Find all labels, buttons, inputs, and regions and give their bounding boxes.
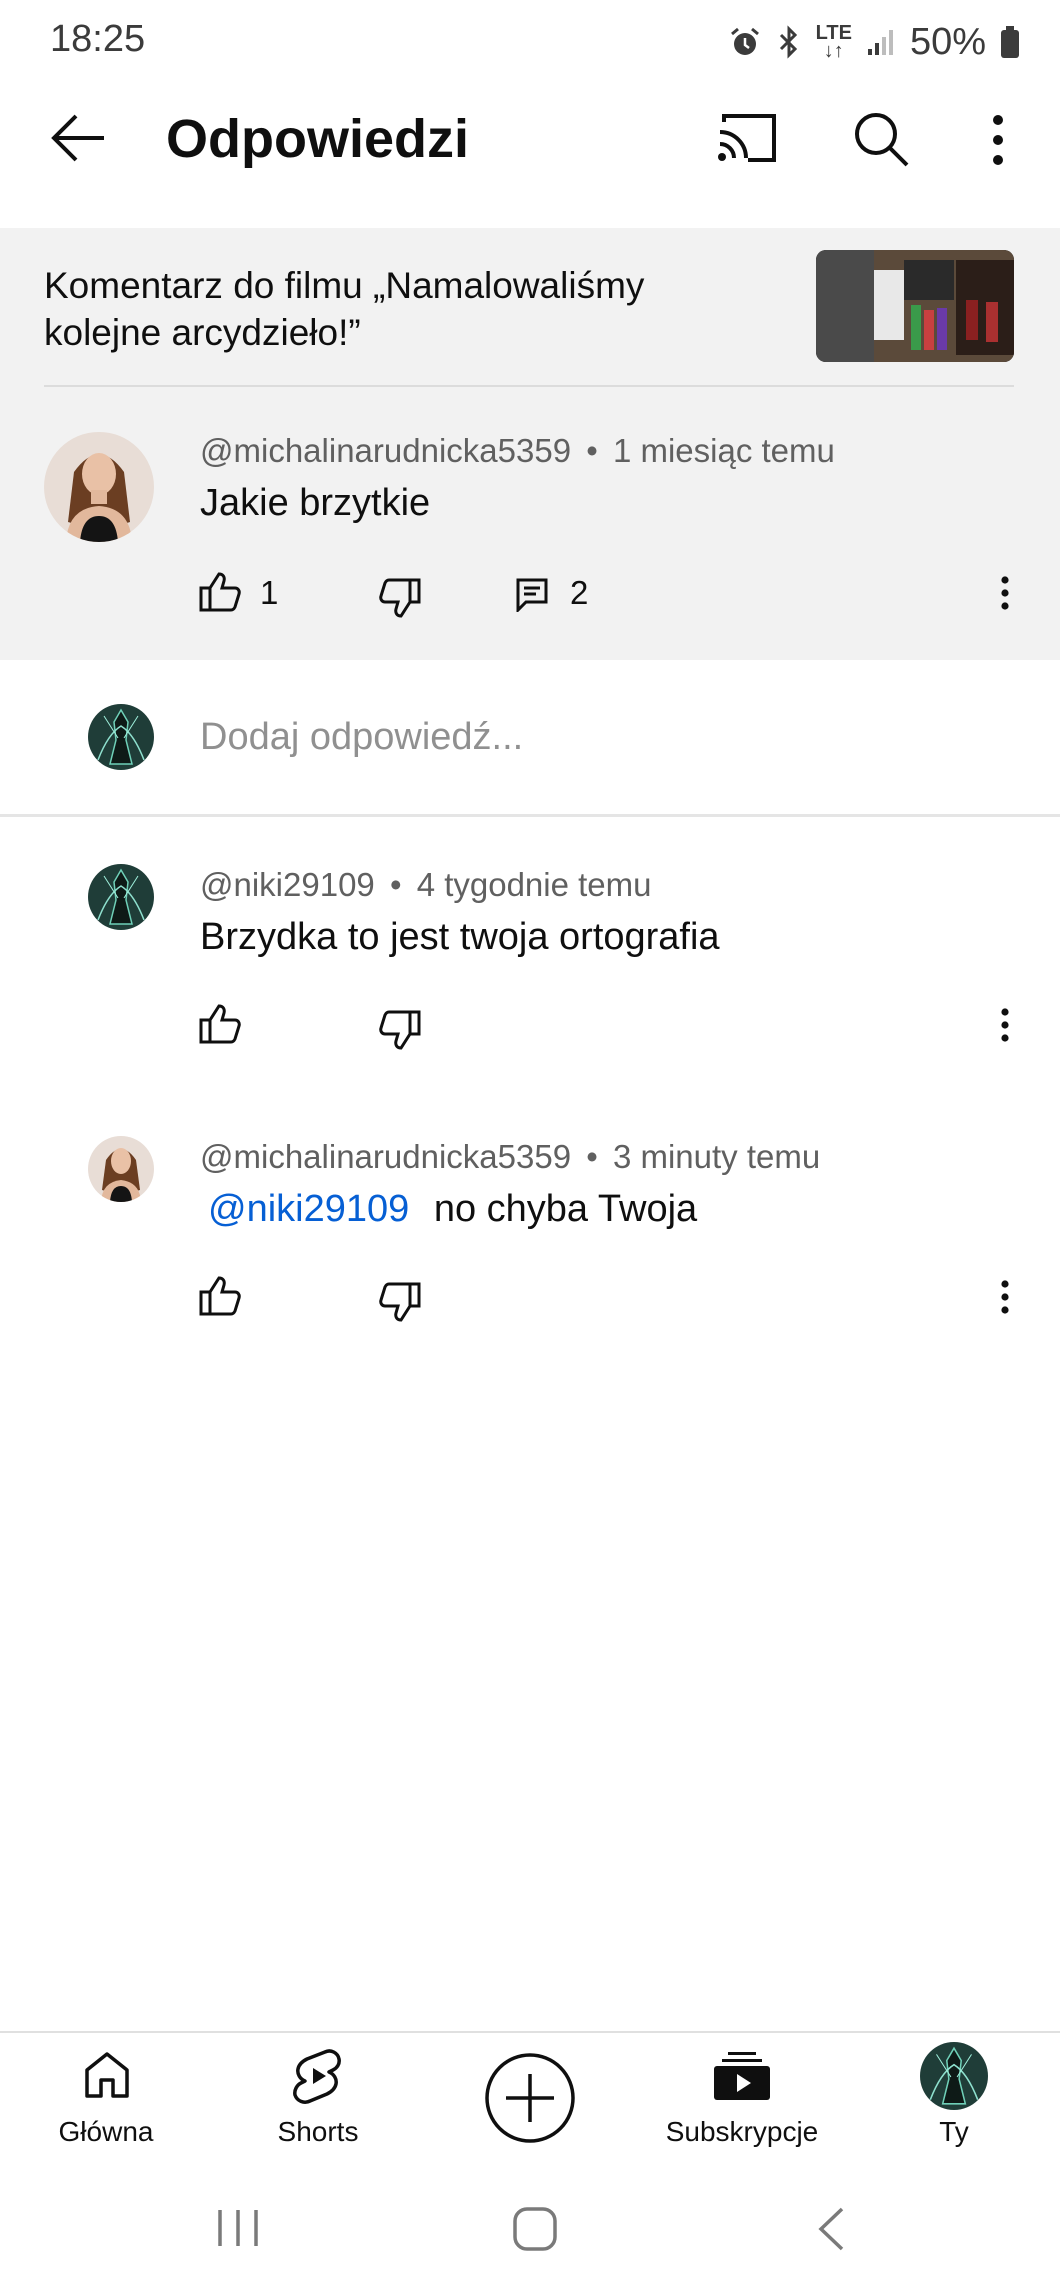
cast-button[interactable]: [716, 112, 778, 164]
reply-text-line: @niki29109 no chyba Twoja: [208, 1188, 697, 1231]
signal-icon: [866, 27, 896, 57]
search-icon: [855, 113, 909, 167]
back-button[interactable]: [50, 112, 106, 164]
panel-divider: [44, 385, 1014, 387]
nav-label: Główna: [58, 2116, 154, 2147]
thumb-up-icon: [199, 1004, 241, 1044]
create-button[interactable]: [482, 2050, 578, 2146]
reply-text: Brzydka to jest twoja ortografia: [200, 916, 720, 958]
page-title: Odpowiedzi: [166, 109, 469, 169]
search-button[interactable]: [852, 110, 910, 168]
recents-button[interactable]: [216, 2208, 260, 2248]
home-circle-icon: [513, 2207, 557, 2251]
reply-author[interactable]: @michalinarudnicka5359: [200, 1138, 571, 1175]
status-icons: LTE ↓↑ 50%: [728, 18, 1020, 66]
reply-count: 2: [570, 574, 589, 611]
avatar[interactable]: [88, 864, 154, 930]
thumb-down-icon: [379, 1010, 421, 1050]
comment-text: Jakie brzytkie: [200, 482, 431, 524]
battery-percent: 50%: [909, 20, 986, 63]
back-arrow-icon: [51, 114, 104, 162]
bluetooth-icon: [776, 25, 802, 59]
lte-icon: LTE ↓↑: [815, 22, 852, 62]
battery-icon: [1000, 25, 1020, 59]
comment-time: 1 miesiąc temu: [612, 432, 835, 469]
dislike-button[interactable]: [378, 578, 422, 620]
status-time: 18:25: [50, 18, 146, 60]
meta-separator: •: [389, 866, 402, 903]
reply-author[interactable]: @niki29109: [200, 866, 375, 903]
avatar: [920, 2042, 988, 2110]
comment-author[interactable]: @michalinarudnicka5359: [200, 432, 571, 469]
reply-button[interactable]: [516, 578, 548, 612]
shorts-icon: [293, 2049, 341, 2104]
more-vert-icon: [1001, 1280, 1009, 1314]
home-system-button[interactable]: [512, 2206, 558, 2252]
dislike-button[interactable]: [378, 1282, 422, 1324]
mention-link[interactable]: @niki29109: [208, 1188, 409, 1230]
divider: [0, 814, 1060, 817]
dislike-button[interactable]: [378, 1010, 422, 1052]
reply-time: 4 tygodnie temu: [416, 866, 652, 903]
thumb-down-icon: [379, 578, 421, 618]
recents-icon: [218, 2210, 258, 2246]
nav-label: Shorts: [277, 2116, 359, 2147]
thumb-down-icon: [379, 1282, 421, 1322]
thumb-up-icon: [199, 572, 241, 612]
back-chevron-icon: [818, 2207, 844, 2251]
nav-item-subscriptions[interactable]: Subskrypcje: [662, 2040, 822, 2160]
meta-separator: •: [586, 432, 598, 469]
reply-more-button[interactable]: [1000, 1280, 1010, 1314]
reply-meta: @niki29109 • 4 tygodnie temu: [200, 866, 652, 904]
subscriptions-icon: [714, 2052, 770, 2100]
like-count: 1: [260, 574, 279, 611]
avatar[interactable]: [44, 432, 154, 542]
comment-meta: @michalinarudnicka5359 • 1 miesiąc temu: [200, 432, 835, 470]
like-button[interactable]: [198, 1002, 242, 1044]
cast-icon: [718, 114, 776, 162]
reply-meta: @michalinarudnicka5359 • 3 minuty temu: [200, 1138, 820, 1176]
alarm-icon: [728, 25, 762, 59]
reply-time: 3 minuty temu: [612, 1138, 821, 1175]
back-system-button[interactable]: [816, 2206, 846, 2252]
more-vert-icon: [1001, 576, 1009, 610]
avatar[interactable]: [88, 1136, 154, 1202]
nav-item-shorts[interactable]: Shorts: [238, 2040, 398, 2160]
reply-text: no chyba Twoja: [433, 1188, 698, 1230]
comment-icon: [516, 578, 548, 612]
nav-item-you[interactable]: Ty: [874, 2040, 1034, 2160]
comment-more-button[interactable]: [1000, 576, 1010, 610]
nav-label: Ty: [939, 2116, 969, 2147]
reply-more-button[interactable]: [1000, 1008, 1010, 1042]
more-vert-icon: [1001, 1008, 1009, 1042]
video-thumbnail[interactable]: [816, 250, 1014, 362]
more-vert-icon: [993, 115, 1003, 165]
nav-divider: [0, 2031, 1060, 2033]
home-icon: [85, 2052, 129, 2098]
network-type: LTE: [815, 22, 852, 44]
thumb-up-icon: [199, 1276, 241, 1316]
nav-item-home[interactable]: Główna: [26, 2040, 186, 2160]
meta-separator: •: [586, 1138, 598, 1175]
like-button[interactable]: [198, 1274, 242, 1316]
nav-label: Subskrypcje: [665, 2116, 819, 2147]
reply-input[interactable]: Dodaj odpowiedź...: [200, 716, 523, 759]
create-icon: [485, 2053, 575, 2143]
avatar: [88, 704, 154, 770]
video-context-text[interactable]: Komentarz do filmu „Namalowaliśmy kolejn…: [44, 262, 764, 356]
like-button[interactable]: [198, 570, 242, 612]
more-button[interactable]: [986, 114, 1010, 166]
